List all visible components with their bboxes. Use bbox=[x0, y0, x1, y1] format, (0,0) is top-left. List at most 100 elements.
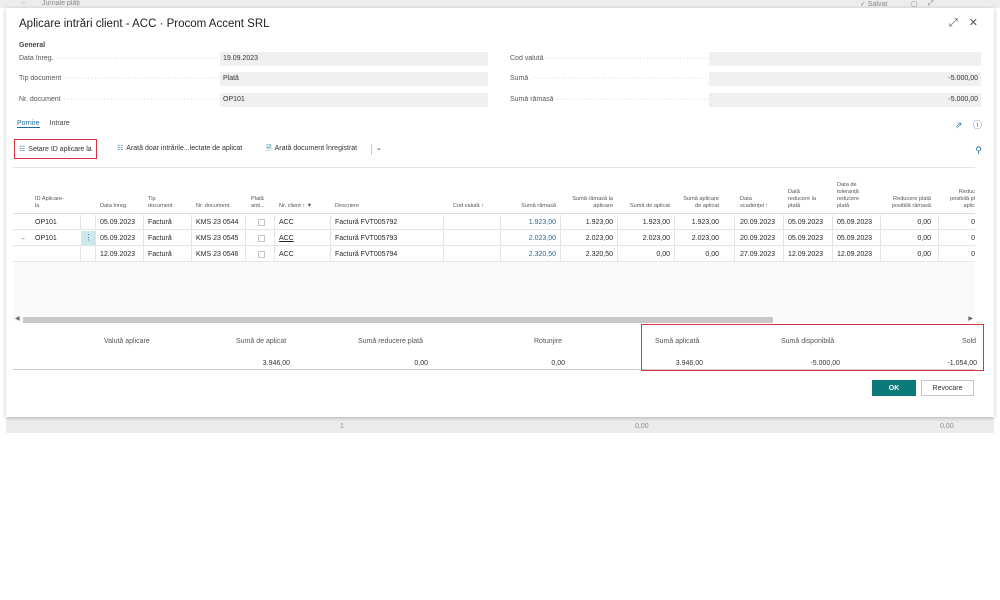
back-arrow-icon[interactable]: ← bbox=[20, 0, 27, 6]
col-header-currency-code[interactable]: Cod valută ↑ bbox=[444, 203, 484, 210]
cell-amount-to-apply[interactable]: 0,00 bbox=[618, 251, 670, 258]
document-type-value[interactable]: Plată bbox=[220, 72, 488, 86]
highlight-box bbox=[641, 324, 984, 371]
scroll-right-icon[interactable]: ▶ bbox=[968, 315, 973, 322]
rounding-label: Rotunjire bbox=[534, 338, 563, 345]
table-row[interactable]: OP101 05.09.2023 Factură KMS 23 0544 ACC… bbox=[13, 215, 975, 230]
col-header-document-no[interactable]: Nr. document bbox=[196, 203, 229, 210]
col-header-customer-no[interactable]: Nr. client ↑ ▼ bbox=[279, 203, 312, 210]
background-page-totals: 1 0,00 0,00 bbox=[6, 417, 994, 433]
col-header-description[interactable]: Descriere bbox=[335, 203, 359, 210]
cell-remaining-pmt-discount: 0,00 bbox=[917, 251, 931, 258]
cell-amount-to-apply[interactable]: 2.023,00 bbox=[618, 235, 670, 242]
cell-remaining-amount[interactable]: 2.023,00 bbox=[505, 235, 556, 242]
cell-appln-amount-to-apply: 0,00 bbox=[705, 251, 719, 258]
prepayment-checkbox bbox=[258, 235, 265, 242]
filter-list-icon: ☷ bbox=[117, 145, 124, 152]
col-header-pmt-tolerance-date[interactable]: Data de toleranță reducere plată bbox=[837, 182, 859, 210]
grid-header: ID Aplicare-la Data înreg. Tip document N… bbox=[13, 168, 975, 214]
rounding-value: 0,00 bbox=[551, 360, 565, 367]
action-tabs: Pornire Intrare bbox=[17, 120, 78, 128]
prepayment-checkbox bbox=[258, 219, 265, 226]
background-page-title: Jurnale plăți bbox=[42, 0, 80, 7]
field-document-type: Tip document Plată bbox=[19, 72, 489, 86]
cell-customer-no: ACC bbox=[279, 219, 294, 226]
cell-pmt-discount-date: 05.09.2023 bbox=[788, 235, 824, 242]
col-header-remaining-pmt-discount[interactable]: Reducere plată posibilă rămasă bbox=[883, 196, 931, 210]
amount-to-apply-value: 3.946,00 bbox=[262, 360, 290, 367]
horizontal-scrollbar[interactable]: ◀ ▶ bbox=[13, 316, 975, 324]
more-actions-chevron-icon[interactable]: ⌄ bbox=[372, 139, 386, 159]
remaining-amount-value[interactable]: -5.000,00 bbox=[709, 93, 981, 107]
dialog-title: Aplicare intrări client - ACC · Procom A… bbox=[19, 18, 270, 30]
close-icon[interactable]: ✕ bbox=[969, 17, 978, 29]
col-header-remaining-amount[interactable]: Sumă rămasă bbox=[505, 203, 556, 210]
cell-applies-to-id[interactable]: OP101 bbox=[35, 219, 57, 226]
open-in-new-icon[interactable]: ▢ bbox=[911, 0, 918, 8]
info-icon[interactable]: ⓘ bbox=[973, 120, 982, 130]
col-header-possible-pmt-discount[interactable]: Reduc posibilă pl aplic bbox=[943, 189, 975, 210]
col-header-due-date[interactable]: Data scadenței ↑ bbox=[740, 196, 768, 210]
show-only-selected-label: Arată doar intrările...lectate de aplica… bbox=[126, 145, 243, 152]
background-value-1: 1 bbox=[340, 423, 344, 430]
pmt-discount-amount-value: 0,00 bbox=[414, 360, 428, 367]
scrollbar-thumb[interactable] bbox=[23, 317, 773, 323]
expand-icon[interactable]: ⤢ bbox=[949, 17, 958, 29]
cell-remaining-amount-applying: 2.023,00 bbox=[585, 235, 613, 242]
cell-posting-date: 05.09.2023 bbox=[100, 235, 136, 242]
amount-value[interactable]: -5.000,00 bbox=[709, 72, 981, 86]
tab-home[interactable]: Pornire bbox=[17, 120, 40, 128]
scroll-left-icon[interactable]: ◀ bbox=[15, 315, 20, 322]
background-page-header: ← Jurnale plăți ✓ Salvat ▢ ⤢ bbox=[0, 0, 1000, 8]
col-header-remaining-amount-applying[interactable]: Sumă rămasă la aplicare bbox=[561, 196, 613, 210]
col-header-applies-to-id[interactable]: ID Aplicare-la bbox=[35, 196, 64, 210]
cell-remaining-amount[interactable]: 2.320,50 bbox=[505, 251, 556, 258]
ok-button[interactable]: OK bbox=[872, 380, 916, 396]
cell-amount-to-apply[interactable]: 1.923,00 bbox=[618, 219, 670, 226]
field-amount: Sumă -5.000,00 bbox=[510, 72, 982, 86]
remaining-amount-label: Sumă rămasă bbox=[510, 96, 708, 103]
cell-remaining-amount[interactable]: 1.923,00 bbox=[505, 219, 556, 226]
saved-status: ✓ Salvat bbox=[860, 1, 888, 8]
cell-document-no: KMS 23 0544 bbox=[196, 219, 239, 226]
cell-posting-date: 12.09.2023 bbox=[100, 251, 136, 258]
cell-possible-pmt-discount: 0 bbox=[971, 219, 975, 226]
table-row[interactable]: 12.09.2023 Factură KMS 23 0546 ACC Factu… bbox=[13, 247, 975, 262]
currency-code-value[interactable] bbox=[709, 52, 981, 66]
personalize-icon[interactable]: ⚲ bbox=[975, 145, 982, 156]
share-icon[interactable]: ⇗ bbox=[955, 120, 963, 130]
col-header-posting-date[interactable]: Data înreg. bbox=[100, 203, 128, 210]
cancel-button[interactable]: Revocare bbox=[921, 380, 974, 396]
amount-to-apply-label: Sumă de aplicat bbox=[236, 338, 287, 345]
document-no-value[interactable]: OP101 bbox=[220, 93, 488, 107]
row-actions-icon[interactable]: ⋮ bbox=[81, 231, 96, 246]
posting-date-value[interactable]: 19.09.2023 bbox=[220, 52, 488, 66]
cell-remaining-pmt-discount: 0,00 bbox=[917, 219, 931, 226]
show-posted-document-button[interactable]: 🗎 Arată document înregistrat bbox=[262, 139, 361, 159]
col-header-amount-to-apply[interactable]: Sumă de aplicat bbox=[618, 203, 670, 210]
dialog-window-controls: ⤢ ✕ bbox=[941, 16, 978, 30]
cell-applies-to-id[interactable]: OP101 bbox=[35, 235, 57, 242]
cell-customer-no[interactable]: ACC bbox=[279, 235, 294, 242]
set-applies-to-id-button[interactable]: ☷ Setare ID aplicare la bbox=[14, 139, 97, 159]
col-header-prepayment[interactable]: Plată anti... bbox=[251, 196, 265, 210]
col-header-appln-amount-to-apply[interactable]: Sumă aplicare de aplicat bbox=[676, 196, 719, 210]
currency-code-label: Cod valută bbox=[510, 55, 708, 62]
tab-entry[interactable]: Intrare bbox=[50, 120, 70, 127]
document-type-label: Tip document bbox=[19, 75, 219, 82]
pin-icon[interactable]: ⤢ bbox=[928, 0, 934, 8]
background-value-3: 0,00 bbox=[940, 423, 954, 430]
cell-pmt-discount-date: 12.09.2023 bbox=[788, 251, 824, 258]
field-currency-code: Cod valută bbox=[510, 52, 982, 66]
table-row-selected[interactable]: → OP101 ⋮ 05.09.2023 Factură KMS 23 0545… bbox=[13, 231, 975, 246]
show-only-selected-button[interactable]: ☷ Arată doar intrările...lectate de aplic… bbox=[113, 139, 246, 159]
cell-document-type: Factură bbox=[148, 251, 172, 258]
cell-due-date: 20.09.2023 bbox=[740, 219, 776, 226]
appln-currency-label: Valută aplicare bbox=[104, 338, 150, 345]
row-arrow: → bbox=[19, 235, 26, 242]
cell-pmt-discount-date: 05.09.2023 bbox=[788, 219, 824, 226]
set-applies-to-id-label: Setare ID aplicare la bbox=[28, 146, 92, 153]
entries-grid: ID Aplicare-la Data înreg. Tip document N… bbox=[13, 167, 975, 324]
col-header-pmt-discount-date[interactable]: Dată reducere la plată bbox=[788, 189, 816, 210]
col-header-document-type[interactable]: Tip document bbox=[148, 196, 173, 210]
